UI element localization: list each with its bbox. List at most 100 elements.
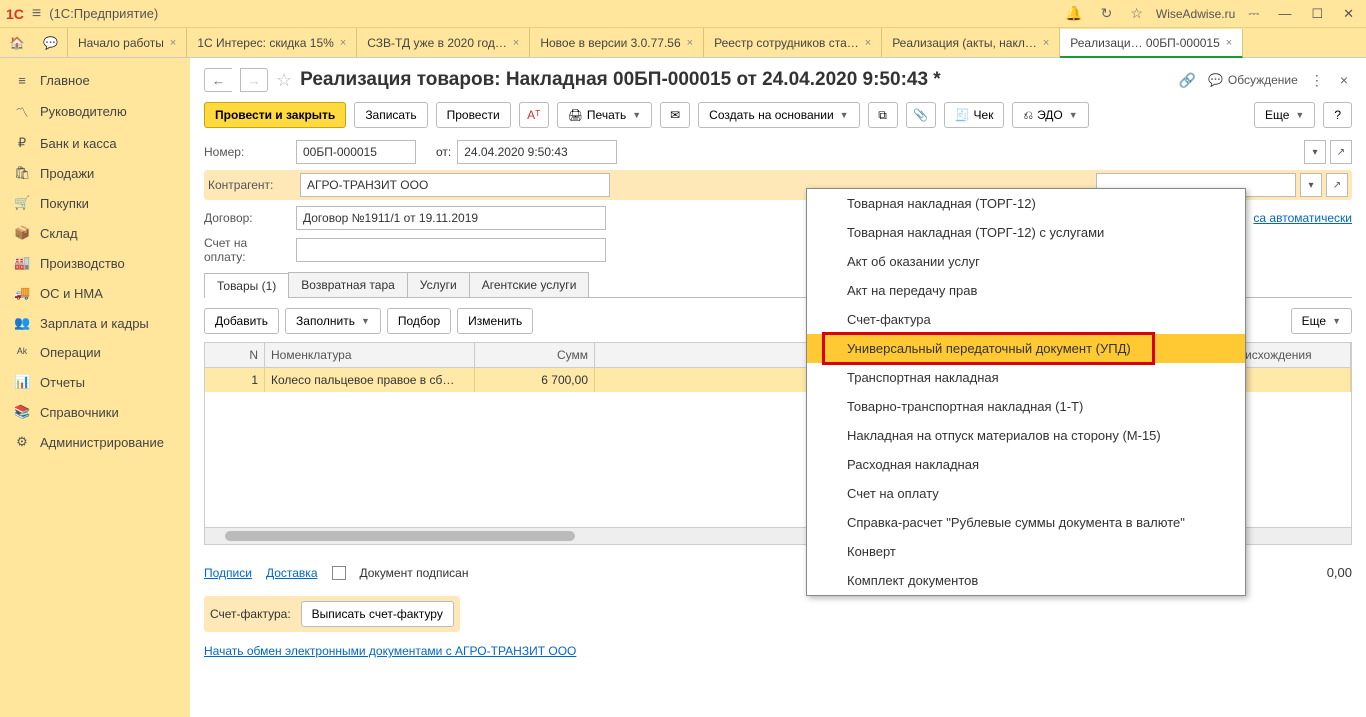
dropdown-icon[interactable]: ▾ [1304,140,1326,164]
close-button[interactable]: ✕ [1337,6,1360,22]
print-menu-item[interactable]: Товарно-транспортная накладная (1-Т) [807,392,1245,421]
sidebar-item[interactable]: 🏭Производство [0,248,190,278]
sidebar-item[interactable]: 📚Справочники [0,397,190,427]
close-icon[interactable]: × [1226,37,1232,49]
sidebar-item[interactable]: 📦Склад [0,218,190,248]
counterparty-field[interactable]: АГРО-ТРАНЗИТ ООО [300,173,610,197]
print-menu-item[interactable]: Комплект документов [807,566,1245,595]
sidebar-item[interactable]: ≡Главное [0,66,190,95]
sidebar-item[interactable]: 〽Руководителю [0,95,190,128]
col-n[interactable]: N [205,343,265,367]
minimize-button[interactable]: — [1272,6,1297,21]
print-menu-item[interactable]: Акт об оказании услуг [807,247,1245,276]
tab-agent[interactable]: Агентские услуги [469,272,590,297]
settings-icon[interactable]: ⎓ [1243,5,1264,22]
back-button[interactable]: ← [204,68,232,92]
attach-button[interactable]: 📎 [906,102,936,128]
tab-returnable[interactable]: Возвратная тара [288,272,408,297]
favorite-icon[interactable]: ☆ [276,70,292,91]
tab[interactable]: Реестр сотрудников ста…× [704,28,882,57]
more-button[interactable]: Еще▼ [1291,308,1352,334]
help-button[interactable]: ? [1323,102,1352,128]
signed-checkbox[interactable] [332,566,346,580]
print-menu-item-upd[interactable]: Универсальный передаточный документ (УПД… [807,334,1245,363]
close-icon[interactable]: × [865,37,871,49]
maximize-button[interactable]: ☐ [1305,6,1329,22]
copy-button[interactable]: ⧉ [868,102,898,128]
site-link[interactable]: WiseAdwise.ru [1156,7,1235,21]
write-button[interactable]: Записать [354,102,427,128]
pick-button[interactable]: Подбор [387,308,451,334]
tab[interactable]: Реализация (акты, накл…× [882,28,1060,57]
signatures-link[interactable]: Подписи [204,566,252,580]
print-button[interactable]: 🖨Печать▼ [557,102,652,128]
add-button[interactable]: Добавить [204,308,279,334]
link-icon[interactable]: 🔗 [1175,72,1200,89]
more-icon[interactable]: ⋮ [1306,72,1328,89]
auto-link[interactable]: са автоматически [1253,211,1352,225]
tab-goods[interactable]: Товары (1) [204,273,289,298]
col-sum[interactable]: Сумм [475,343,595,367]
tab[interactable]: Начало работы× [68,28,187,57]
post-close-button[interactable]: Провести и закрыть [204,102,346,128]
col-nom[interactable]: Номенклатура [265,343,475,367]
sidebar-item[interactable]: ᴬᵏОперации [0,338,190,367]
dt-kt-button[interactable]: Аᵀ [519,102,549,128]
more-button[interactable]: Еще▼ [1254,102,1315,128]
print-menu-item[interactable]: Акт на передачу прав [807,276,1245,305]
print-menu-item[interactable]: Счет-фактура [807,305,1245,334]
invoice-field[interactable] [296,238,606,262]
contract-field[interactable]: Договор №1911/1 от 19.11.2019 [296,206,606,230]
delivery-link[interactable]: Доставка [266,566,318,580]
print-menu-item[interactable]: Счет на оплату [807,479,1245,508]
mail-button[interactable]: ✉ [660,102,690,128]
sidebar-item[interactable]: ⚙Администрирование [0,427,190,457]
bell-icon[interactable]: 🔔 [1060,5,1087,22]
receipt-button[interactable]: 🧾Чек [944,102,1005,128]
post-button[interactable]: Провести [436,102,511,128]
fill-button[interactable]: Заполнить▼ [285,308,381,334]
chat-tab[interactable]: 💬 [34,28,68,57]
menu-icon[interactable]: ≡ [32,5,41,23]
print-menu-item[interactable]: Конверт [807,537,1245,566]
close-icon[interactable]: × [170,37,176,49]
close-panel-icon[interactable]: × [1336,72,1352,88]
edi-link[interactable]: Начать обмен электронными документами с … [204,644,1352,658]
print-menu-item[interactable]: Товарная накладная (ТОРГ-12) с услугами [807,218,1245,247]
close-icon[interactable]: × [687,37,693,49]
history-icon[interactable]: ↻ [1096,5,1118,22]
sidebar-item[interactable]: 👥Зарплата и кадры [0,308,190,338]
tab[interactable]: Новое в версии 3.0.77.56× [530,28,704,57]
cart-icon: 🛒 [14,195,30,211]
discuss-button[interactable]: 💬Обсуждение [1208,73,1298,87]
date-field[interactable]: 24.04.2020 9:50:43 [457,140,617,164]
sidebar-item[interactable]: ₽Банк и касса [0,128,190,158]
sidebar-item[interactable]: 📊Отчеты [0,367,190,397]
open-icon[interactable]: ↗ [1326,173,1348,197]
sidebar-item[interactable]: 🚚ОС и НМА [0,278,190,308]
home-tab[interactable]: 🏠 [0,28,34,57]
edit-button[interactable]: Изменить [457,308,533,334]
tab-active[interactable]: Реализаци… 00БП-000015× [1060,29,1243,58]
print-menu-item[interactable]: Товарная накладная (ТОРГ-12) [807,189,1245,218]
close-icon[interactable]: × [1043,37,1049,49]
star-icon[interactable]: ☆ [1125,5,1148,22]
open-icon[interactable]: ↗ [1330,140,1352,164]
create-invoice-button[interactable]: Выписать счет-фактуру [301,601,454,627]
close-icon[interactable]: × [513,37,519,49]
sidebar-item[interactable]: 🛍Продажи [0,158,190,188]
forward-button[interactable]: → [240,68,268,92]
close-icon[interactable]: × [340,37,346,49]
print-menu-item[interactable]: Транспортная накладная [807,363,1245,392]
dropdown-icon[interactable]: ▾ [1300,173,1322,197]
print-menu-item[interactable]: Расходная накладная [807,450,1245,479]
tab[interactable]: 1С Интерес: скидка 15%× [187,28,357,57]
tab-services[interactable]: Услуги [407,272,470,297]
create-based-button[interactable]: Создать на основании▼ [698,102,859,128]
edo-button[interactable]: ⎌ЭДО▼ [1012,102,1088,128]
print-menu-item[interactable]: Накладная на отпуск материалов на сторон… [807,421,1245,450]
print-menu-item[interactable]: Справка-расчет "Рублевые суммы документа… [807,508,1245,537]
tab[interactable]: СЗВ-ТД уже в 2020 год…× [357,28,530,57]
number-field[interactable]: 00БП-000015 [296,140,416,164]
sidebar-item[interactable]: 🛒Покупки [0,188,190,218]
